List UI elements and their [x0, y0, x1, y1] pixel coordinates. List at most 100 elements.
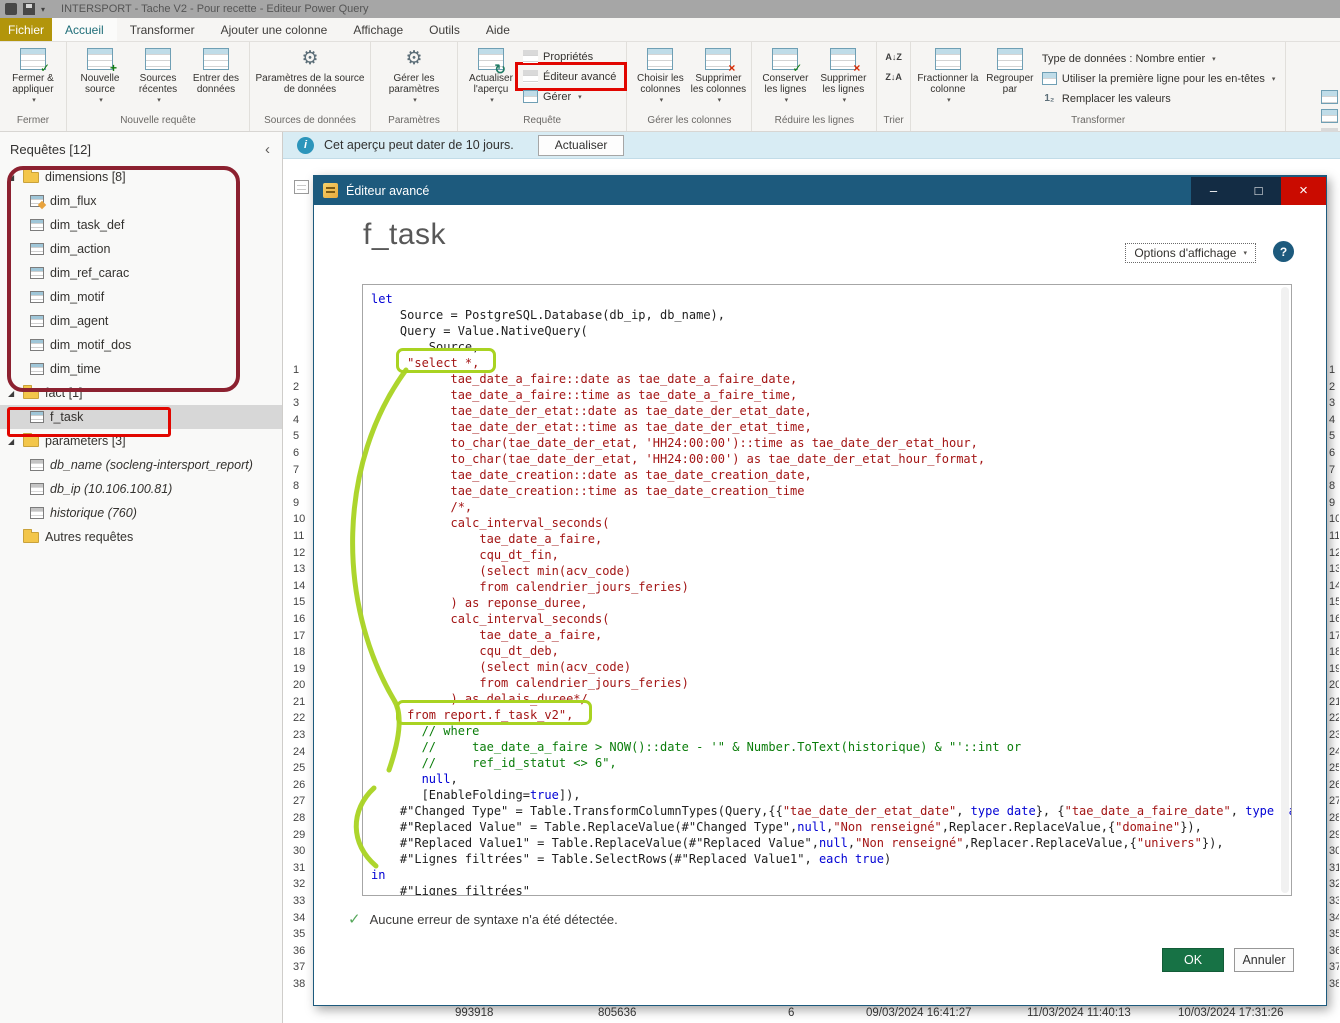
tab-transformer[interactable]: Transformer	[117, 18, 208, 41]
advanced-editor-dialog: Éditeur avancé – □ × f_task Options d'af…	[313, 175, 1327, 1006]
enter-data-button[interactable]: Entrer des données	[187, 45, 245, 95]
syntax-status-text: Aucune erreur de syntaxe n'a été détecté…	[370, 912, 618, 927]
choose-columns-label: Choisir les colonnes	[631, 73, 689, 95]
sort-descending-button[interactable]: Z↓A	[881, 67, 906, 86]
sidebar-item-db-name[interactable]: db_name (socleng-intersport_report)	[0, 453, 282, 477]
group-fermer: ✓ Fermer & appliquer ▾ Fermer	[0, 42, 67, 131]
manage-parameters-button[interactable]: ⚙ Gérer les paramètres ▾	[375, 45, 453, 106]
sidebar-item-label: dim_motif_dos	[50, 338, 131, 352]
split-column-icon	[935, 48, 961, 70]
row-gutter: 1234567891011121314151617181920212223242…	[293, 364, 311, 995]
tab-affichage[interactable]: Affichage	[340, 18, 416, 41]
new-source-button[interactable]: + Nouvelle source ▾	[71, 45, 129, 106]
group-by-button[interactable]: Regrouper par	[981, 45, 1039, 95]
sidebar-item-dim-time[interactable]: dim_time	[0, 357, 282, 381]
sidebar-item-dim-action[interactable]: dim_action	[0, 237, 282, 261]
replace-values-label: Remplacer les valeurs	[1062, 93, 1171, 105]
code-editor[interactable]: let Source = PostgreSQL.Database(db_ip, …	[362, 284, 1292, 896]
recent-sources-button[interactable]: Sources récentes ▾	[129, 45, 187, 106]
new-source-label: Nouvelle source	[71, 73, 129, 95]
sidebar-item-dim-motif[interactable]: dim_motif	[0, 285, 282, 309]
keep-rows-label: Conserver les lignes	[756, 73, 814, 95]
keep-rows-button[interactable]: ✓ Conserver les lignes ▾	[756, 45, 814, 106]
first-row-headers-label: Utiliser la première ligne pour les en-t…	[1062, 73, 1265, 85]
chevron-down-icon: ▾	[947, 95, 951, 106]
sidebar-item-historique[interactable]: historique (760)	[0, 501, 282, 525]
sidebar-item-dim-motif-dos[interactable]: dim_motif_dos	[0, 333, 282, 357]
ribbon-tab-row: Fichier Accueil Transformer Ajouter une …	[0, 18, 1340, 42]
tab-accueil[interactable]: Accueil	[52, 18, 117, 41]
replace-values-icon: 1₂	[1042, 93, 1057, 104]
expand-triangle-icon[interactable]: ◢	[8, 389, 17, 398]
sidebar-item-dim-agent[interactable]: dim_agent	[0, 309, 282, 333]
dialog-titlebar[interactable]: Éditeur avancé – □ ×	[314, 176, 1326, 205]
sidebar-item-f-task[interactable]: f_task	[0, 405, 282, 429]
help-icon[interactable]: ?	[1273, 241, 1294, 262]
group-nouvelle-requete: + Nouvelle source ▾ Sources récentes ▾ E…	[67, 42, 250, 131]
group-label-sources: Sources de données	[250, 115, 370, 131]
sidebar-item-dim-ref-carac[interactable]: dim_ref_carac	[0, 261, 282, 285]
sidebar-item-db-ip[interactable]: db_ip (10.106.100.81)	[0, 477, 282, 501]
advanced-editor-label: Éditeur avancé	[543, 71, 616, 83]
group-label-lignes: Réduire les lignes	[752, 115, 876, 131]
plus-icon: +	[110, 63, 117, 74]
grid-cell: 09/03/2024 16:41:27	[866, 1007, 972, 1019]
tab-fichier[interactable]: Fichier	[0, 18, 52, 41]
minimize-button[interactable]: –	[1191, 177, 1236, 205]
app-icon	[5, 3, 17, 15]
expand-triangle-icon[interactable]: ◢	[8, 173, 17, 182]
properties-button[interactable]: Propriétés	[520, 47, 622, 66]
close-button[interactable]: ×	[1281, 177, 1326, 205]
chevron-down-icon: ▾	[99, 95, 103, 106]
tab-outils[interactable]: Outils	[416, 18, 473, 41]
table-icon[interactable]	[1321, 90, 1338, 104]
cancel-button[interactable]: Annuler	[1234, 948, 1294, 972]
split-column-button[interactable]: Fractionner la colonne ▾	[915, 45, 981, 106]
parameter-icon	[30, 507, 44, 519]
sidebar-folder-parameters[interactable]: ◢ parameters [3]	[0, 429, 282, 453]
group-trier: A↓Z Z↓A Trier	[877, 42, 911, 131]
manage-query-button[interactable]: Gérer ▾	[520, 87, 622, 106]
table-icon	[30, 411, 44, 423]
ok-button[interactable]: OK	[1162, 948, 1224, 972]
refresh-preview-button[interactable]: ↻ Actualiser l'aperçu ▾	[462, 45, 520, 106]
data-type-button[interactable]: Type de données : Nombre entier ▾	[1039, 49, 1282, 68]
grid-cell: 993918	[455, 1007, 493, 1019]
table-icon[interactable]	[1321, 109, 1338, 123]
sidebar-item-label: db_name (socleng-intersport_report)	[50, 458, 253, 472]
right-edge-digits: 1234567891011121314151617181920212223242…	[1329, 364, 1339, 995]
display-options-dropdown[interactable]: Options d'affichage ▾	[1125, 243, 1256, 263]
advanced-editor-button[interactable]: Éditeur avancé	[520, 67, 622, 86]
gear-icon: ⚙	[297, 48, 323, 70]
first-row-headers-button[interactable]: Utiliser la première ligne pour les en-t…	[1039, 69, 1282, 88]
expand-triangle-icon[interactable]: ◢	[8, 437, 17, 446]
tab-ajouter-une-colonne[interactable]: Ajouter une colonne	[208, 18, 341, 41]
tab-aide[interactable]: Aide	[473, 18, 523, 41]
sort-ascending-button[interactable]: A↓Z	[881, 47, 906, 66]
save-icon[interactable]	[23, 3, 35, 15]
script-icon	[323, 183, 338, 198]
chevron-down-icon: ▾	[32, 95, 36, 106]
infobar-refresh-button[interactable]: Actualiser	[538, 135, 625, 156]
remove-columns-button[interactable]: × Supprimer les colonnes ▾	[689, 45, 747, 106]
refresh-preview-label: Actualiser l'aperçu	[462, 73, 520, 95]
grid-select-all-corner[interactable]	[294, 180, 309, 194]
sidebar-folder-autres-requetes[interactable]: Autres requêtes	[0, 525, 282, 549]
sidebar-item-dim-task-def[interactable]: dim_task_def	[0, 213, 282, 237]
close-apply-button[interactable]: ✓ Fermer & appliquer ▾	[4, 45, 62, 106]
replace-values-button[interactable]: 1₂ Remplacer les valeurs	[1039, 89, 1282, 108]
collapse-pane-icon[interactable]: ‹	[265, 144, 270, 156]
check-icon: ✓	[348, 910, 361, 928]
quick-access-caret-icon[interactable]: ▾	[41, 5, 45, 14]
sidebar-folder-dimensions[interactable]: ◢ dimensions [8]	[0, 165, 282, 189]
data-source-settings-button[interactable]: ⚙ Paramètres de la source de données	[254, 45, 366, 95]
sidebar-item-dim-flux[interactable]: dim_flux	[0, 189, 282, 213]
table-icon	[30, 291, 44, 303]
query-name-heading: f_task	[363, 218, 446, 252]
choose-columns-button[interactable]: Choisir les colonnes ▾	[631, 45, 689, 106]
folder-icon	[23, 436, 39, 447]
maximize-button[interactable]: □	[1236, 177, 1281, 205]
sidebar-folder-fact[interactable]: ◢ fact [1]	[0, 381, 282, 405]
remove-rows-button[interactable]: × Supprimer les lignes ▾	[814, 45, 872, 106]
properties-label: Propriétés	[543, 51, 593, 63]
